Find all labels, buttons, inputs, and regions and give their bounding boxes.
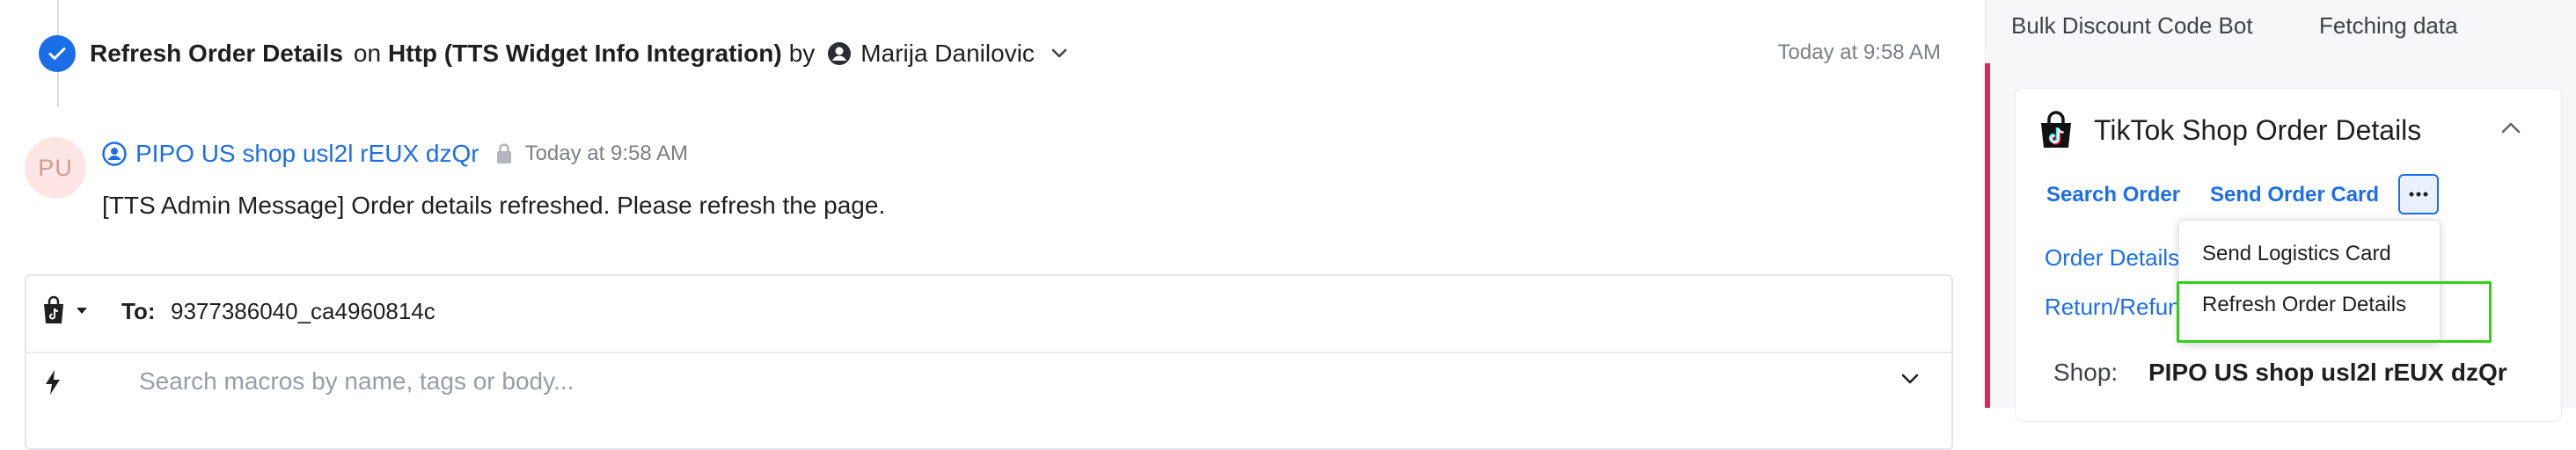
ellipsis-icon [2409, 192, 2428, 197]
check-circle-icon [39, 35, 76, 72]
message-timestamp: Today at 9:58 AM [524, 142, 689, 165]
search-order-button[interactable]: Search Order [2046, 183, 2180, 207]
tiktok-shop-channel-icon [40, 295, 67, 325]
event-timestamp: Today at 9:58 AM [1777, 40, 1941, 64]
lightning-icon [44, 369, 62, 396]
caret-down-icon [76, 306, 88, 315]
menu-item-send-logistics-card[interactable]: Send Logistics Card [2202, 242, 2391, 266]
shop-value: PIPO US shop usl2l rEUX dzQr [2148, 359, 2507, 386]
event-integration: Http (TTS Widget Info Integration) [388, 40, 782, 67]
menu-item-refresh-order-details[interactable]: Refresh Order Details [2202, 293, 2406, 317]
composer-divider [26, 352, 1951, 353]
event-by-word: by [788, 40, 816, 67]
event-description: Refresh Order Details on Http (TTS Widge… [90, 34, 1068, 73]
shop-label: Shop: [2053, 359, 2119, 386]
channel-selector[interactable] [40, 295, 88, 325]
more-actions-menu: Send Logistics Card Refresh Order Detail… [2178, 220, 2441, 343]
panel-accent-bar [1985, 63, 1990, 408]
recipient-value[interactable]: 9377386040_ca4960814c [171, 298, 435, 325]
send-order-card-button[interactable]: Send Order Card [2210, 183, 2379, 207]
order-details-section-link[interactable]: Order Details [2045, 244, 2179, 272]
message-header: PIPO US shop usl2l rEUX dzQr Today at 9:… [102, 136, 688, 171]
chevron-up-icon[interactable] [2500, 121, 2521, 135]
chevron-down-icon[interactable] [1050, 47, 1068, 60]
avatar[interactable]: PU [25, 137, 86, 199]
customer-icon [102, 142, 127, 166]
user-circle-icon [827, 41, 852, 66]
panel-divider [1985, 0, 1987, 49]
message-sender[interactable]: PIPO US shop usl2l rEUX dzQr [135, 140, 479, 168]
return-refund-section-link[interactable]: Return/Refund [2045, 294, 2193, 321]
macro-search-input[interactable] [139, 367, 1723, 396]
event-user[interactable]: Marija Danilovic [860, 40, 1035, 68]
event-on-word: on [353, 40, 382, 67]
more-actions-button[interactable] [2398, 174, 2439, 214]
tab-fetching-data[interactable]: Fetching data [2319, 12, 2458, 40]
lock-icon [495, 142, 513, 165]
message-body: [TTS Admin Message] Order details refres… [102, 192, 886, 219]
event-action: Refresh Order Details [90, 40, 343, 67]
tiktok-shop-logo-icon [2036, 111, 2076, 151]
card-title: TikTok Shop Order Details [2094, 114, 2422, 146]
tab-bulk-discount-code-bot[interactable]: Bulk Discount Code Bot [2011, 12, 2253, 40]
to-label: To: [121, 298, 156, 324]
chevron-down-icon[interactable] [1900, 373, 1920, 385]
